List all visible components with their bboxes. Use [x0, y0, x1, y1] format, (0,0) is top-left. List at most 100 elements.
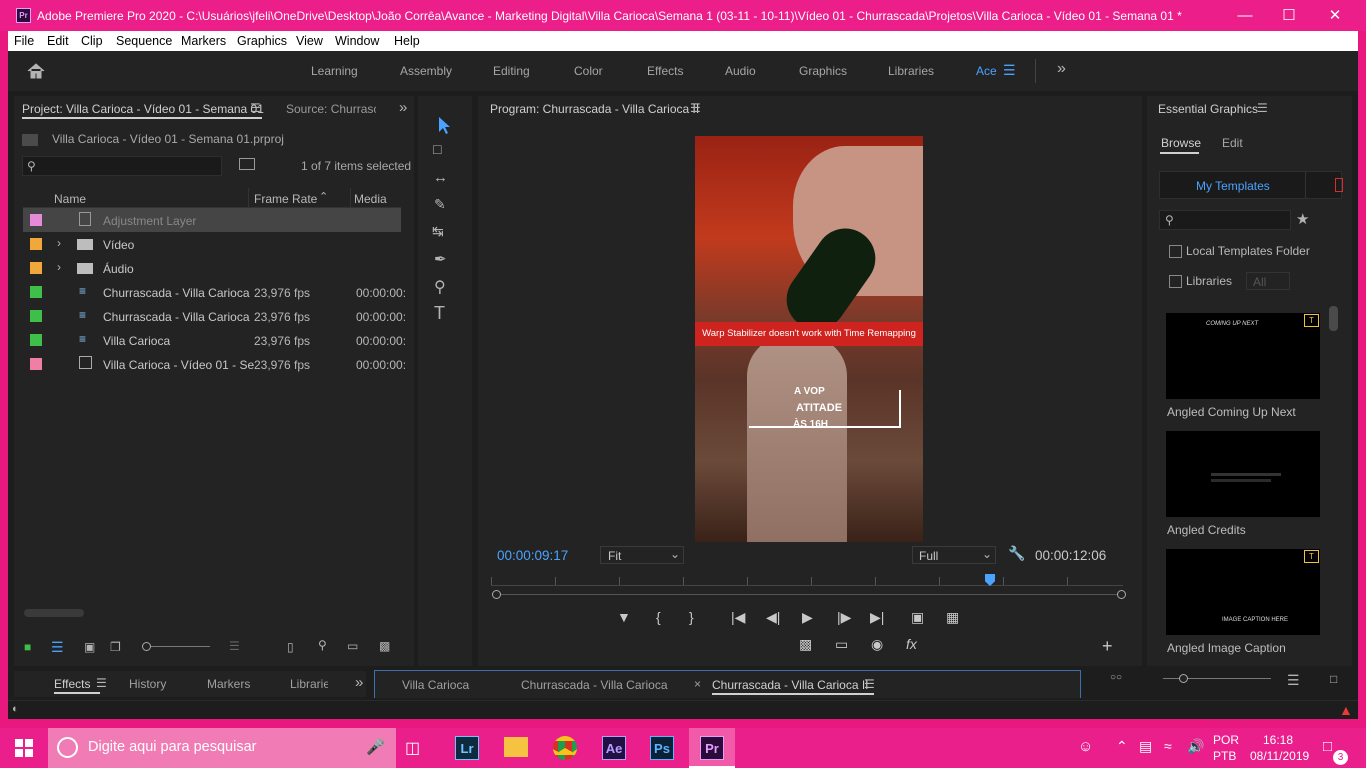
- button-editor-icon[interactable]: +: [1102, 636, 1113, 657]
- workspace-color[interactable]: Color: [574, 64, 603, 78]
- tab-edit[interactable]: Edit: [1222, 136, 1243, 150]
- effects-menu-icon[interactable]: ☰: [96, 676, 107, 690]
- insert-icon[interactable]: ▩: [799, 636, 812, 653]
- sort-templates-icon[interactable]: ☰: [1287, 672, 1300, 689]
- program-video-frame[interactable]: Warp Stabilizer doesn't work with Time R…: [695, 136, 923, 542]
- column-frame-rate[interactable]: Frame Rate: [254, 192, 317, 206]
- type-tool-icon[interactable]: T: [434, 303, 445, 324]
- menu-edit[interactable]: Edit: [47, 34, 69, 48]
- tab-libraries[interactable]: Librarie: [290, 677, 328, 691]
- menu-sequence[interactable]: Sequence: [116, 34, 172, 48]
- new-item-icon[interactable]: ▩: [379, 639, 390, 653]
- project-horizontal-scrollbar[interactable]: [24, 609, 84, 617]
- template-thumbnail[interactable]: IMAGE CAPTION HERE T: [1166, 549, 1320, 635]
- workspace-learning[interactable]: Learning: [311, 64, 358, 78]
- mark-in-icon[interactable]: {: [656, 609, 661, 625]
- menu-view[interactable]: View: [296, 34, 323, 48]
- freeform-view-icon[interactable]: ❐: [110, 640, 121, 654]
- sequence-tab[interactable]: Villa Carioca: [402, 678, 469, 692]
- step-back-icon[interactable]: ◀|: [766, 609, 780, 626]
- time-ruler[interactable]: [491, 577, 1123, 586]
- add-marker-icon[interactable]: ▼: [617, 609, 631, 625]
- selection-tool-icon[interactable]: [434, 115, 454, 135]
- home-icon[interactable]: [26, 61, 46, 81]
- export-frame-icon[interactable]: ◉: [871, 636, 883, 653]
- network-icon[interactable]: ▤: [1139, 738, 1152, 755]
- menu-window[interactable]: Window: [335, 34, 379, 48]
- essential-graphics-menu-icon[interactable]: ☰: [1257, 101, 1268, 115]
- file-explorer-icon[interactable]: [504, 737, 528, 757]
- expand-chevron-icon[interactable]: ›: [57, 260, 61, 274]
- maximize-button[interactable]: ☐: [1266, 0, 1312, 31]
- step-forward-icon[interactable]: |▶: [837, 609, 851, 626]
- overwrite-icon[interactable]: ▭: [835, 636, 848, 653]
- clock-date[interactable]: 08/11/2019: [1250, 749, 1309, 763]
- mark-out-icon[interactable]: }: [689, 609, 694, 625]
- sort-icon[interactable]: ☰: [229, 639, 240, 653]
- tab-markers[interactable]: Markers: [207, 677, 250, 691]
- workspace-ace[interactable]: Ace: [976, 64, 997, 78]
- project-row[interactable]: › Vídeo: [23, 232, 401, 256]
- task-view-icon[interactable]: ◫: [405, 738, 420, 758]
- chrome-icon[interactable]: [553, 736, 577, 760]
- close-tab-icon[interactable]: ×: [694, 677, 701, 691]
- bottom-overflow-icon[interactable]: »: [355, 674, 363, 691]
- template-thumbnail[interactable]: COMING UP NEXT T: [1166, 313, 1320, 399]
- project-overflow-icon[interactable]: »: [399, 99, 407, 116]
- language-code[interactable]: POR: [1213, 733, 1239, 747]
- zoom-level-select[interactable]: Fit ⌄: [600, 546, 684, 564]
- premiere-app[interactable]: Pr: [700, 736, 724, 760]
- slip-tool-icon[interactable]: ↹: [432, 223, 444, 240]
- automate-sequence-icon[interactable]: ▯: [287, 640, 294, 654]
- timeline-menu-icon[interactable]: ☰: [864, 677, 875, 691]
- new-bin-icon[interactable]: ▭: [347, 639, 358, 653]
- go-to-out-icon[interactable]: ▶|: [870, 609, 884, 626]
- clock-time[interactable]: 16:18: [1263, 733, 1293, 747]
- new-layer-icon[interactable]: □: [1330, 672, 1337, 686]
- libraries-checkbox[interactable]: [1169, 275, 1182, 288]
- tab-history[interactable]: History: [129, 677, 166, 691]
- warning-icon[interactable]: ▲: [1339, 702, 1353, 718]
- project-row[interactable]: ≡ Churrascada - Villa Carioca 23,976 fps…: [23, 304, 406, 328]
- track-select-tool-icon[interactable]: □: [433, 141, 441, 157]
- current-timecode[interactable]: 00:00:09:17: [497, 548, 568, 563]
- program-menu-icon[interactable]: ☰: [690, 101, 701, 115]
- workspace-menu-icon[interactable]: ☰: [1003, 62, 1016, 79]
- find-icon[interactable]: ⚲: [318, 638, 327, 652]
- lift-icon[interactable]: ▣: [911, 609, 924, 626]
- sequence-tab-active[interactable]: Churrascada - Villa Carioca II: [712, 678, 869, 692]
- zoom-scroll-start-handle[interactable]: [492, 590, 501, 599]
- settings-wrench-icon[interactable]: 🔧: [1008, 545, 1025, 562]
- project-tab[interactable]: Project: Villa Carioca - Vídeo 01 - Sema…: [22, 102, 264, 116]
- program-title[interactable]: Program: Churrascada - Villa Carioca II: [490, 102, 699, 116]
- keyboard-layout[interactable]: PTB: [1213, 749, 1236, 763]
- templates-scrollbar[interactable]: [1329, 306, 1338, 331]
- project-row[interactable]: Adjustment Layer: [23, 208, 401, 232]
- expand-chevron-icon[interactable]: ›: [57, 236, 61, 250]
- pen-tool-icon[interactable]: ✒: [434, 250, 447, 268]
- workspace-editing[interactable]: Editing: [493, 64, 530, 78]
- menu-file[interactable]: File: [14, 34, 34, 48]
- tab-effects[interactable]: Effects: [54, 677, 90, 691]
- panel-options-icon[interactable]: ○○: [1110, 672, 1122, 683]
- lock-icon[interactable]: ■: [24, 640, 31, 654]
- essential-graphics-title[interactable]: Essential Graphics: [1158, 102, 1258, 116]
- zoom-slider-handle[interactable]: [142, 642, 151, 651]
- lightroom-app[interactable]: Lr: [455, 736, 479, 760]
- list-view-icon[interactable]: ☰: [51, 639, 64, 656]
- sequence-tab[interactable]: Churrascada - Villa Carioca: [521, 678, 668, 692]
- minimize-button[interactable]: —: [1222, 0, 1268, 31]
- chevron-up-icon[interactable]: ⌃: [1116, 738, 1128, 755]
- sort-ascending-icon[interactable]: ⌃: [319, 190, 328, 203]
- template-source-select[interactable]: My Templates: [1159, 171, 1343, 199]
- photoshop-app[interactable]: Ps: [650, 736, 674, 760]
- zoom-slider[interactable]: [142, 646, 210, 647]
- workspace-audio[interactable]: Audio: [725, 64, 756, 78]
- stock-icon[interactable]: [1335, 178, 1343, 192]
- resolution-select[interactable]: Full ⌄: [912, 546, 996, 564]
- project-row[interactable]: › Áudio: [23, 256, 401, 280]
- menu-graphics[interactable]: Graphics: [237, 34, 287, 48]
- taskbar-search-box[interactable]: Digite aqui para pesquisar 🎤: [48, 728, 396, 768]
- favorites-star-icon[interactable]: ★: [1296, 210, 1309, 228]
- volume-icon[interactable]: 🔊: [1187, 738, 1204, 755]
